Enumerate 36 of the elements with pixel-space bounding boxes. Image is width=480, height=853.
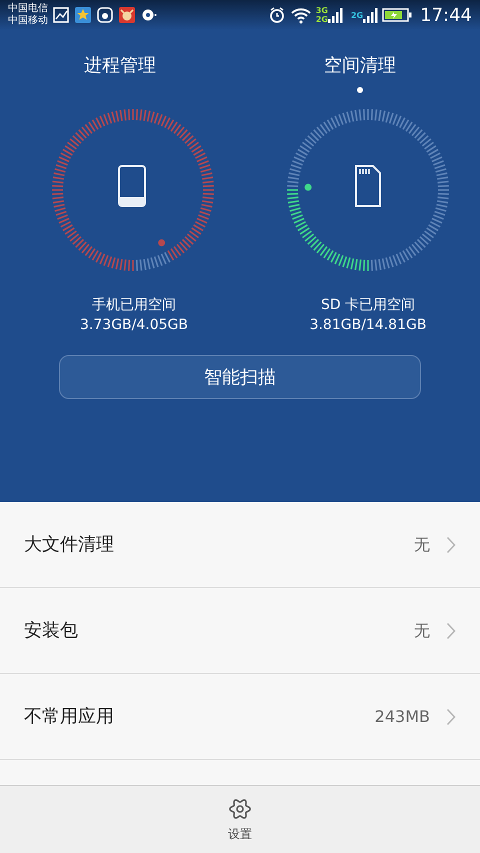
list-row[interactable]: 大文件清理 无 [0,502,480,588]
alarm-icon [268,6,286,24]
row-title: 不常用应用 [24,705,115,729]
wifi-icon [290,6,312,24]
chevron-right-icon [446,708,456,726]
status-time: 17:44 [420,4,472,28]
network-type-label: 2G [350,10,364,20]
picture-icon [52,6,70,24]
list-row[interactable]: 安装包 无 [0,588,480,674]
settings-icon[interactable] [228,796,252,820]
scan-button[interactable]: 智能扫描 [59,355,421,399]
sd-card-icon [355,165,381,207]
row-value: 无 [414,534,430,556]
battery-icon [382,7,412,23]
settings-label: 设置 [228,826,252,842]
gauge-label: 手机已用空间 [92,296,176,315]
gauge-label: SD 卡已用空间 [320,296,416,315]
list-row[interactable]: 不常用应用 243MB [0,674,480,760]
gauge-track [136,252,171,271]
phone-icon [118,165,146,207]
signal-icon [328,6,343,24]
row-value: 243MB [374,706,430,728]
storage-reading: 3.81GB/14.81GB [310,316,426,335]
network-type-label: 2G [316,15,328,24]
row-title: 安装包 [24,619,79,643]
row-value: 无 [414,620,430,642]
network-type-label: 3G [316,6,328,15]
tab[interactable]: 空间清理 [324,52,396,93]
carrier-name: 中国电信 [8,3,48,14]
signal-icon [363,6,378,24]
chevron-right-icon [446,622,456,640]
storage-reading: 3.73GB/4.05GB [80,316,188,335]
tab[interactable]: 进程管理 [84,52,156,79]
row-title: 大文件清理 [24,533,115,557]
chevron-right-icon [446,536,456,554]
carrier-name: 中国移动 [8,15,48,27]
